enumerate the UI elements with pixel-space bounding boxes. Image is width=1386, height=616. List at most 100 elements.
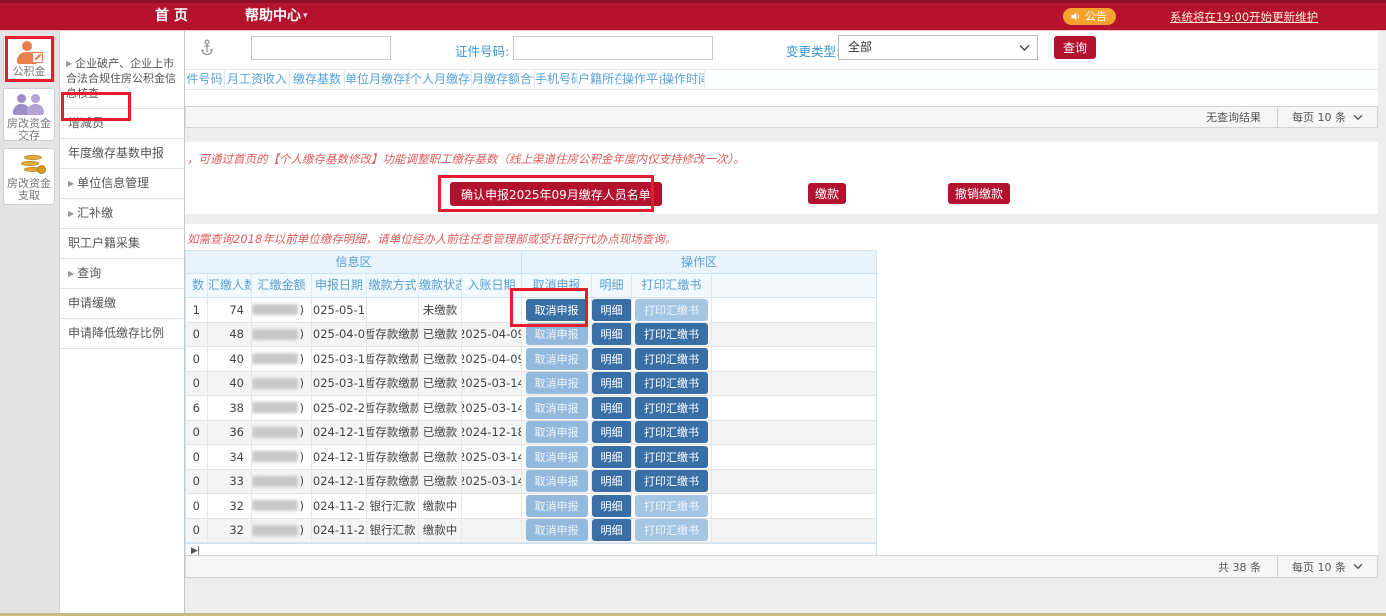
cancel-declare-button[interactable]: 取消申报: [526, 470, 588, 492]
menu-item-unit-info-manage[interactable]: ▶单位信息管理: [60, 169, 184, 199]
confirm-declare-button[interactable]: 确认申报2025年09月缴存人员名单: [450, 182, 662, 206]
results-col-header: 操作平台: [622, 70, 662, 89]
menu-item-label: 查询: [77, 266, 101, 280]
print-remittance-button[interactable]: 打印汇缴书: [635, 470, 708, 492]
results-col-header: 个人月缴存额: [410, 70, 472, 89]
detail-button[interactable]: 明细: [592, 519, 632, 541]
nav-help-center[interactable]: 帮助中心▾: [245, 3, 308, 30]
cancel-declare-button[interactable]: 取消申报: [526, 519, 588, 541]
results-col-header: 户籍所在地: [578, 70, 622, 89]
menu-item-bankruptcy-check[interactable]: ▶企业破产、企业上市合法合规住房公积金信息核查: [60, 51, 184, 109]
detail-button[interactable]: 明细: [592, 299, 632, 321]
pay-method-cell: 银行汇款: [367, 494, 419, 518]
menu-item-annual-base-declare[interactable]: 年度缴存基数申报: [60, 139, 184, 169]
detail-cell: 明细: [592, 519, 632, 543]
print-remittance-button[interactable]: 打印汇缴书: [635, 421, 708, 443]
change-type-select[interactable]: 全部: [838, 35, 1038, 60]
print-remittance-button[interactable]: 打印汇缴书: [635, 323, 708, 345]
cancel-declare-cell: 取消申报: [522, 519, 592, 543]
unit-search-input[interactable]: [251, 36, 391, 60]
cancel-declare-button[interactable]: 取消申报: [526, 299, 588, 321]
cancel-declare-button[interactable]: 取消申报: [526, 495, 588, 517]
page-size-value: 每页 10 条: [1292, 559, 1346, 575]
filter-results-panel: 证件号码: 变更类型: 全部 查询 件号码月工资收入缴存基数单位月缴存额个人月缴…: [185, 31, 1378, 128]
print-cell: 打印汇缴书: [632, 445, 712, 469]
menu-item-add-remove-employee[interactable]: 增减员: [60, 109, 184, 139]
menu-item-label: 增减员: [68, 116, 104, 130]
cancel-declare-button[interactable]: 取消申报: [526, 323, 588, 345]
speaker-icon: [1070, 11, 1081, 22]
detail-button[interactable]: 明细: [592, 470, 632, 492]
print-remittance-button[interactable]: 打印汇缴书: [635, 348, 708, 370]
sidebar-item-gongjijin[interactable]: 公积金: [3, 36, 55, 82]
masked-amount: [252, 427, 298, 438]
results-col-header: 缴存基数: [290, 70, 345, 89]
menu-item-defer-apply[interactable]: 申请缓缴: [60, 289, 184, 319]
nav-home[interactable]: 首 页: [155, 3, 188, 30]
print-cell: 打印汇缴书: [632, 347, 712, 371]
print-remittance-button[interactable]: 打印汇缴书: [635, 397, 708, 419]
pay-status-cell: 未缴款: [419, 298, 462, 322]
print-remittance-button[interactable]: 打印汇缴书: [635, 372, 708, 394]
menu-item-label: 年度缴存基数申报: [68, 146, 164, 160]
detail-button[interactable]: 明细: [592, 495, 632, 517]
menu-item-label: 申请降低缴存比例: [68, 326, 164, 340]
menu-item-household-collect[interactable]: 职工户籍采集: [60, 229, 184, 259]
cancel-declare-button[interactable]: 取消申报: [526, 421, 588, 443]
menu-item-query[interactable]: ▶查询: [60, 259, 184, 289]
print-remittance-button[interactable]: 打印汇缴书: [635, 446, 708, 468]
expand-arrow-icon: ▶: [68, 179, 74, 188]
cancel-declare-button[interactable]: 取消申报: [526, 372, 588, 394]
page-size-select[interactable]: 每页 10 条: [1277, 556, 1377, 577]
sidebar-item-fanggai-withdraw[interactable]: 房改资金 支取: [3, 148, 55, 205]
pay-button[interactable]: 缴款: [808, 183, 846, 204]
row-filler: [712, 470, 876, 494]
pay-status-cell: 已缴款: [419, 372, 462, 396]
people-count-cell: 32: [208, 494, 252, 518]
side-menu: ▶企业破产、企业上市合法合规住房公积金信息核查增减员年度缴存基数申报 ▶单位信息管…: [60, 31, 185, 613]
id-number-input[interactable]: [513, 36, 713, 60]
menu-item-lower-ratio-apply[interactable]: 申请降低缴存比例: [60, 319, 184, 349]
print-remittance-button[interactable]: 打印汇缴书: [635, 495, 708, 517]
cancel-pay-button[interactable]: 撤销缴款: [948, 183, 1010, 204]
remittance-col-header: 取消申报: [522, 274, 592, 297]
cancel-declare-cell: 取消申报: [522, 470, 592, 494]
cancel-declare-button[interactable]: 取消申报: [526, 348, 588, 370]
pay-method-cell: 暂存款缴款: [367, 421, 419, 445]
table-row: 040)2025-03-14暂存款缴款已缴款2025-04-09取消申报明细打印…: [186, 347, 876, 372]
anchor-icon: [199, 39, 215, 57]
detail-cell: 明细: [592, 396, 632, 420]
detail-button[interactable]: 明细: [592, 421, 632, 443]
print-cell: 打印汇缴书: [632, 494, 712, 518]
people-count-cell: 38: [208, 396, 252, 420]
row-filler: [712, 519, 876, 543]
print-remittance-button[interactable]: 打印汇缴书: [635, 299, 708, 321]
menu-item-remit-supplement[interactable]: ▶汇补缴: [60, 199, 184, 229]
detail-button[interactable]: 明细: [592, 446, 632, 468]
detail-button[interactable]: 明细: [592, 348, 632, 370]
detail-button[interactable]: 明细: [592, 397, 632, 419]
entry-date-cell: 2025-03-14: [462, 470, 522, 494]
cancel-declare-button[interactable]: 取消申报: [526, 397, 588, 419]
history-query-notice: 如需查询2018年以前单位缴存明细，请单位经办人前往任意管理部或受托银行代办点现…: [187, 231, 676, 247]
declare-date-cell: 2024-12-18: [312, 421, 367, 445]
print-remittance-button[interactable]: 打印汇缴书: [635, 519, 708, 541]
amount-suffix: ): [300, 376, 305, 390]
remittance-column-header: 数汇缴人数汇缴金额申报日期缴款方式缴款状态入账日期取消申报明细打印汇缴书: [186, 274, 876, 298]
cancel-declare-cell: 取消申报: [522, 347, 592, 371]
detail-button[interactable]: 明细: [592, 323, 632, 345]
sidebar-item-fanggai-deposit[interactable]: 房改资金 交存: [3, 88, 55, 141]
cancel-declare-button[interactable]: 取消申报: [526, 446, 588, 468]
search-button[interactable]: 查询: [1054, 36, 1096, 59]
count-cell: 6: [186, 396, 208, 420]
entry-date-cell: 2025-03-14: [462, 396, 522, 420]
page-size-select[interactable]: 每页 10 条: [1277, 107, 1377, 127]
table-row: 032)2024-11-22银行汇款缴款中取消申报明细打印汇缴书: [186, 494, 876, 519]
maintenance-notice-link[interactable]: 系统将在19:00开始更新维护: [1170, 9, 1318, 25]
count-cell: 0: [186, 470, 208, 494]
remittance-col-header: 汇缴金额: [252, 274, 312, 297]
count-cell: 0: [186, 372, 208, 396]
detail-button[interactable]: 明细: [592, 372, 632, 394]
amount-suffix: ): [300, 425, 305, 439]
pay-method-cell: 暂存款缴款: [367, 396, 419, 420]
